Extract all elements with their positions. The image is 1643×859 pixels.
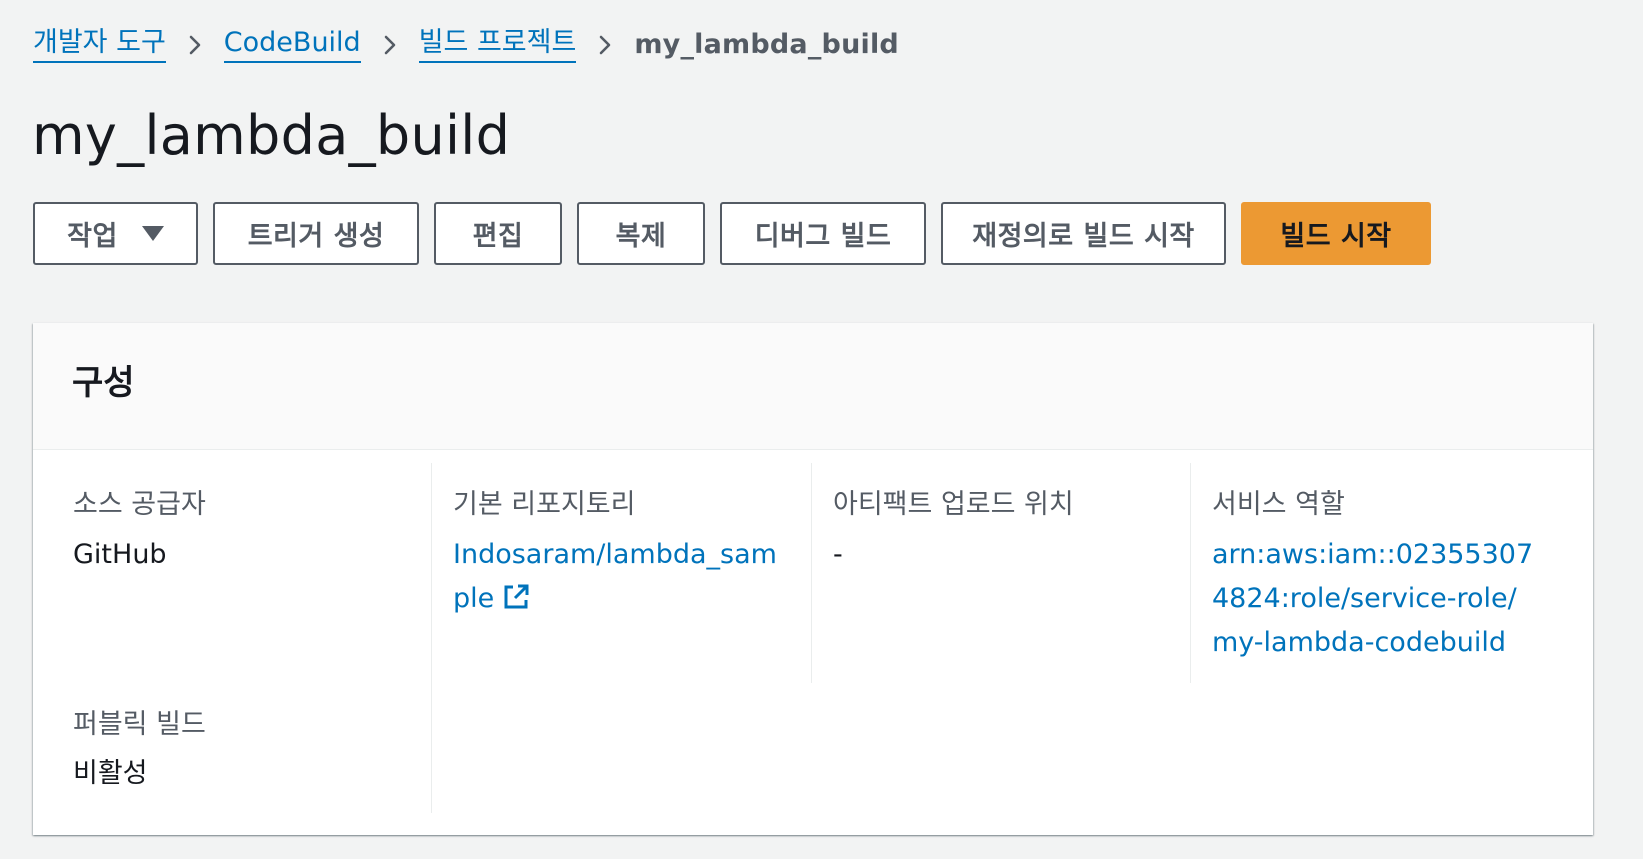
panel-header: 구성 bbox=[33, 323, 1593, 450]
clone-button[interactable]: 복제 bbox=[577, 202, 705, 265]
panel-title: 구성 bbox=[72, 363, 135, 403]
page-title: my_lambda_build bbox=[32, 104, 511, 167]
primary-repository-value: Indosaram/lambda_sample bbox=[453, 533, 791, 621]
breadcrumb-build-projects[interactable]: 빌드 프로젝트 bbox=[418, 25, 577, 63]
column-divider bbox=[811, 463, 812, 683]
service-role-label: 서비스 역할 bbox=[1212, 489, 1345, 520]
column-divider bbox=[1190, 463, 1191, 683]
primary-repository-label: 기본 리포지토리 bbox=[453, 489, 636, 520]
actions-label: 작업 bbox=[67, 221, 118, 252]
edit-button[interactable]: 편집 bbox=[434, 202, 562, 265]
service-role-link[interactable]: arn:aws:iam::023553074824:role/service-r… bbox=[1212, 539, 1533, 658]
breadcrumb: 개발자 도구 CodeBuild 빌드 프로젝트 my_lambda_build bbox=[33, 22, 899, 66]
start-build-with-overrides-button[interactable]: 재정의로 빌드 시작 bbox=[941, 202, 1226, 265]
debug-build-button[interactable]: 디버그 빌드 bbox=[720, 202, 926, 265]
chevron-right-icon bbox=[361, 29, 419, 59]
breadcrumb-current: my_lambda_build bbox=[634, 28, 899, 60]
caret-down-icon bbox=[141, 226, 164, 241]
artifacts-upload-location-value: - bbox=[833, 539, 843, 570]
artifacts-upload-location-label: 아티팩트 업로드 위치 bbox=[833, 489, 1074, 520]
breadcrumb-codebuild[interactable]: CodeBuild bbox=[223, 25, 361, 63]
column-divider bbox=[431, 463, 432, 813]
chevron-right-icon bbox=[576, 29, 634, 59]
service-role-value: arn:aws:iam::023553074824:role/service-r… bbox=[1212, 533, 1542, 665]
public-build-label: 퍼블릭 빌드 bbox=[73, 709, 206, 740]
source-provider-value: GitHub bbox=[73, 539, 167, 570]
create-trigger-button[interactable]: 트리거 생성 bbox=[213, 202, 419, 265]
start-build-button[interactable]: 빌드 시작 bbox=[1241, 202, 1431, 265]
source-provider-label: 소스 공급자 bbox=[73, 489, 206, 520]
actions-dropdown-button[interactable]: 작업 bbox=[33, 202, 198, 265]
external-link-icon[interactable] bbox=[502, 581, 530, 609]
chevron-right-icon bbox=[166, 29, 224, 59]
codebuild-project-page: 개발자 도구 CodeBuild 빌드 프로젝트 my_lambda_build… bbox=[0, 0, 1643, 859]
configuration-panel: 구성 소스 공급자 GitHub 퍼블릭 빌드 비활성 기본 리포지토리 Ind… bbox=[33, 323, 1593, 835]
breadcrumb-developer-tools[interactable]: 개발자 도구 bbox=[33, 25, 166, 63]
public-build-value: 비활성 bbox=[73, 758, 148, 789]
